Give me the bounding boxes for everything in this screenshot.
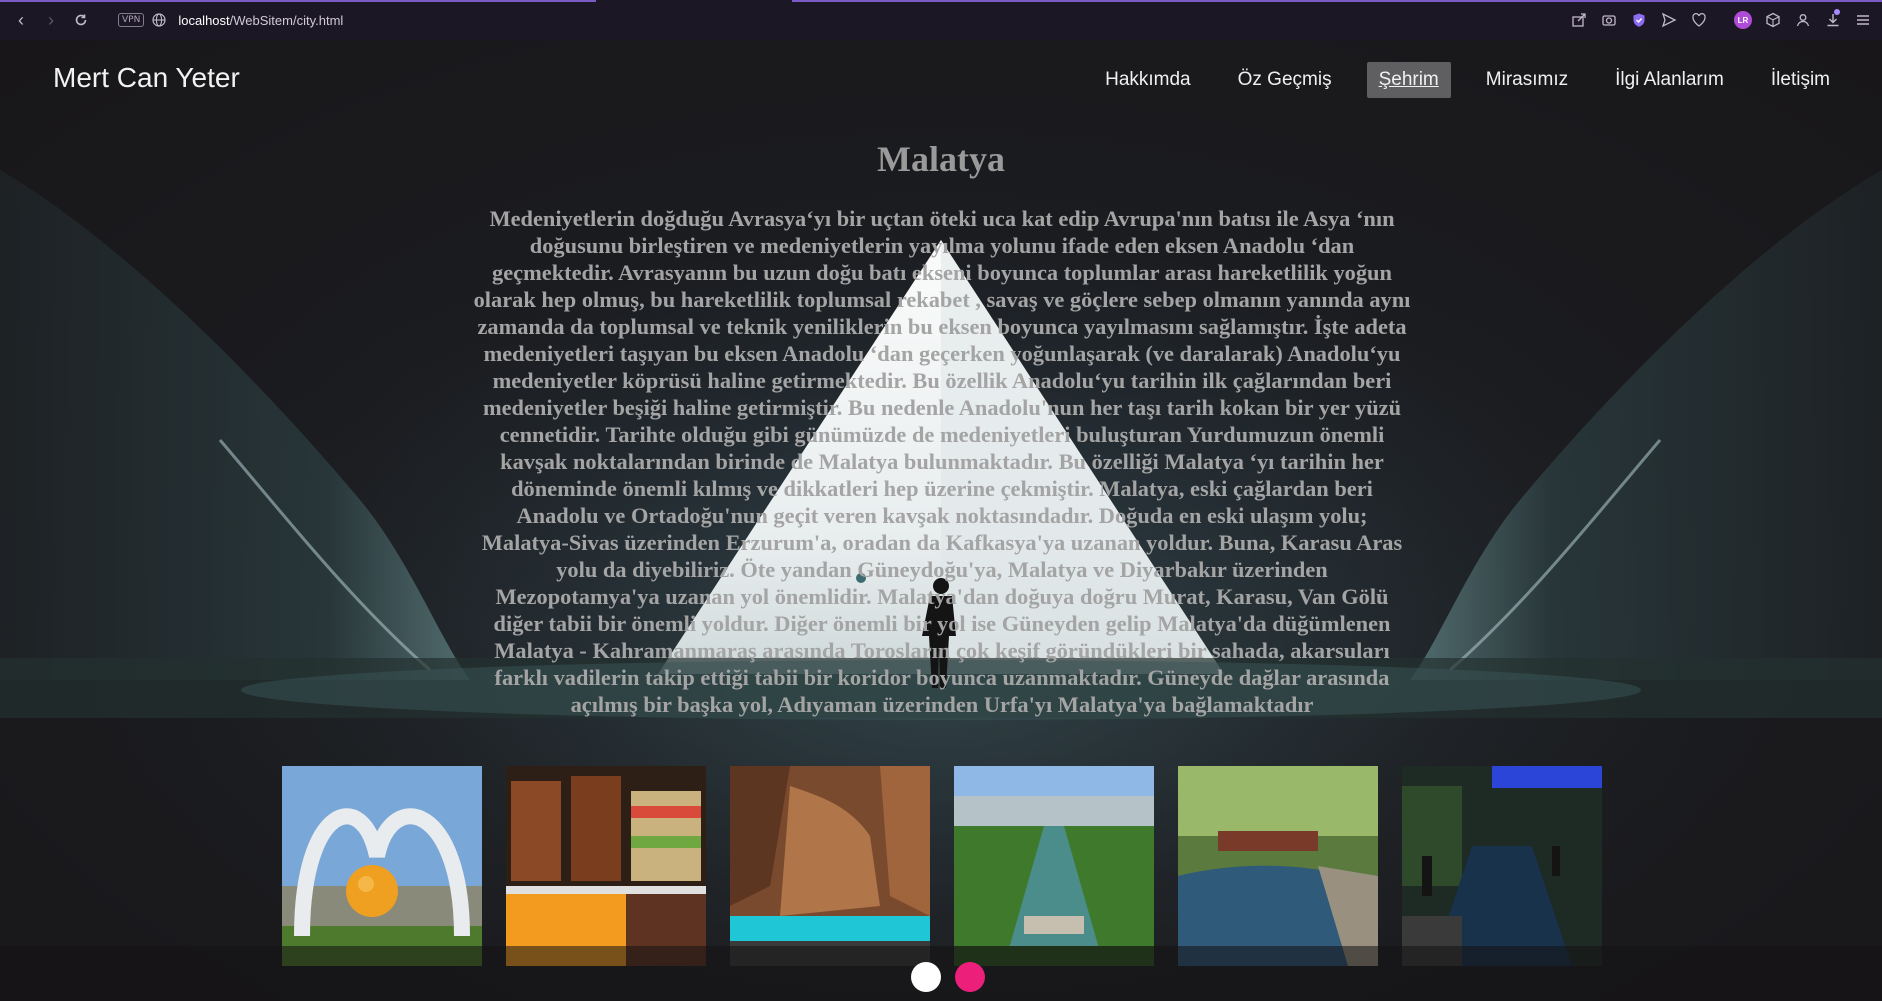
toolbar-actions: LR (1570, 0, 1872, 40)
browser-toolbar: ‹ › VPN localhost/WebSitem/city.html LR (0, 0, 1882, 40)
webpage: Mert Can Yeter Hakkımda Öz Geçmiş Şehrim… (0, 40, 1882, 1001)
photo-gallery (282, 766, 1602, 966)
send-icon[interactable] (1660, 11, 1678, 29)
forward-icon[interactable]: › (36, 5, 66, 35)
gallery-photo-apricot-monument[interactable] (282, 766, 482, 966)
camera-icon[interactable] (1600, 11, 1618, 29)
heart-icon[interactable] (1690, 11, 1708, 29)
share-icon[interactable] (1570, 11, 1588, 29)
download-badge (1834, 9, 1840, 15)
main-nav: Hakkımda Öz Geçmiş Şehrim Mirasımız İlgi… (1070, 62, 1842, 98)
vpn-badge[interactable]: VPN (118, 13, 145, 27)
reload-icon[interactable] (66, 5, 96, 35)
gallery-photo-canyon-waterfall[interactable] (730, 766, 930, 966)
gallery-photo-dried-fruits-market[interactable] (506, 766, 706, 966)
carousel-dot-1[interactable] (911, 962, 941, 992)
gallery-photo-river-cafe[interactable] (1178, 766, 1378, 966)
url-path: /WebSitem/city.html (229, 12, 344, 28)
back-icon[interactable]: ‹ (6, 5, 36, 35)
carousel-indicators (911, 962, 985, 992)
carousel-dot-2[interactable] (955, 962, 985, 992)
nav-item-ilgi-alanlarim[interactable]: İlgi Alanlarım (1603, 62, 1736, 98)
gallery-photo-night-canal-street[interactable] (1402, 766, 1602, 966)
page-title: Malatya (877, 139, 1005, 179)
url-host: localhost (178, 12, 230, 28)
nav-item-oz-gecmis[interactable]: Öz Geçmiş (1226, 62, 1344, 98)
site-brand[interactable]: Mert Can Yeter (53, 62, 240, 94)
shield-icon[interactable] (1630, 11, 1648, 29)
city-description: Medeniyetlerin doğduğu Avrasya‘yı bir uç… (473, 206, 1411, 717)
account-icon[interactable] (1794, 11, 1812, 29)
site-info-icon[interactable] (152, 13, 166, 27)
nav-item-sehrim[interactable]: Şehrim (1366, 62, 1451, 98)
profile-avatar[interactable]: LR (1734, 11, 1752, 29)
address-bar[interactable]: localhost/WebSitem/city.html (178, 13, 343, 28)
gallery-photo-park-canals[interactable] (954, 766, 1154, 966)
menu-icon[interactable] (1854, 11, 1872, 29)
nav-item-mirasimiz[interactable]: Mirasımız (1474, 62, 1580, 98)
extensions-icon[interactable] (1764, 11, 1782, 29)
active-tab-indicator (0, 0, 596, 2)
nav-item-iletisim[interactable]: İletişim (1759, 62, 1842, 98)
nav-item-hakkimda[interactable]: Hakkımda (1093, 62, 1203, 98)
